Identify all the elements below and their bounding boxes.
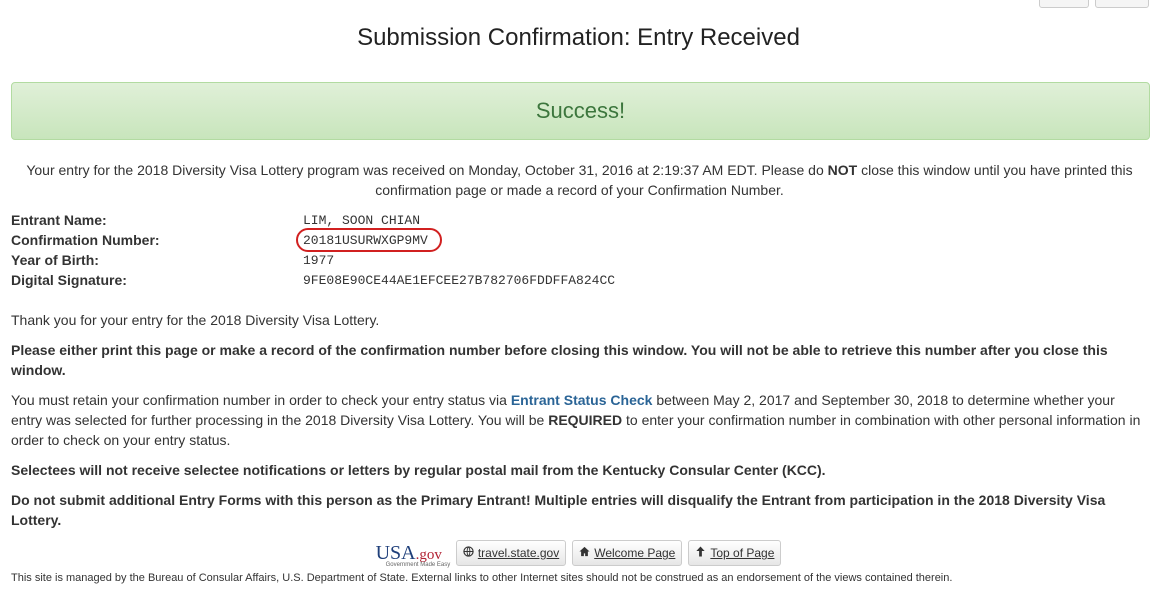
confirmation-number-label: Confirmation Number:: [11, 232, 160, 248]
travel-link-label: travel.state.gov: [477, 546, 560, 560]
top-link-label: Top of Page: [710, 546, 775, 560]
travel-state-gov-button[interactable]: travel.state.gov: [455, 540, 567, 566]
birth-year-label: Year of Birth:: [11, 252, 99, 268]
globe-icon: [463, 546, 474, 560]
info-row-signature: Digital Signature: 9FE08E90CE44AE1EFCEE2…: [11, 270, 615, 290]
retain-part1: You must retain your confirmation number…: [11, 392, 511, 408]
entrant-status-check-link[interactable]: Entrant Status Check: [511, 392, 653, 408]
success-alert: Success!: [11, 82, 1150, 140]
no-additional-notice: Do not submit additional Entry Forms wit…: [11, 492, 1106, 528]
entrant-name-value: LIM, SOON CHIAN: [303, 212, 421, 228]
usa-logo-gov: .gov: [415, 546, 442, 563]
top-of-page-button[interactable]: Top of Page: [688, 540, 782, 566]
intro-bold: NOT: [827, 162, 858, 178]
signature-value: 9FE08E90CE44AE1EFCEE27B782706FDDFFA824CC: [303, 272, 616, 288]
info-row-birth-year: Year of Birth: 1977: [11, 250, 615, 270]
arrow-up-icon: [695, 546, 706, 560]
retain-notice: You must retain your confirmation number…: [11, 390, 1148, 450]
welcome-link-label: Welcome Page: [594, 546, 676, 560]
footer-links: USA.gov Government Made Easy travel.stat…: [0, 540, 1157, 568]
toolbar-button[interactable]: [1039, 0, 1089, 8]
entrant-name-label: Entrant Name:: [11, 212, 107, 228]
success-alert-text: Success!: [535, 98, 626, 123]
top-toolbar: [1039, 0, 1149, 8]
selectees-notice: Selectees will not receive selectee noti…: [11, 462, 826, 478]
info-row-confirmation: Confirmation Number: 20181USURWXGP9MV: [11, 227, 615, 252]
usa-logo-text: USA: [375, 541, 416, 564]
intro-text: Your entry for the 2018 Diversity Visa L…: [11, 160, 1148, 200]
toolbar-button[interactable]: [1095, 0, 1149, 8]
footer-disclaimer: This site is managed by the Bureau of Co…: [11, 572, 953, 584]
thanks-text: Thank you for your entry for the 2018 Di…: [11, 312, 380, 328]
usa-gov-logo[interactable]: USA.gov Government Made Easy: [375, 541, 451, 568]
welcome-page-button[interactable]: Welcome Page: [572, 540, 683, 566]
entry-info: Entrant Name: LIM, SOON CHIAN Confirmati…: [11, 210, 615, 290]
intro-part1: Your entry for the 2018 Diversity Visa L…: [26, 162, 828, 178]
confirmation-number-cell: 20181USURWXGP9MV: [296, 227, 442, 252]
birth-year-value: 1977: [303, 252, 335, 268]
usa-logo-subtitle: Government Made Easy: [385, 561, 451, 568]
retain-required: REQUIRED: [548, 412, 623, 428]
page-title: Submission Confirmation: Entry Received: [357, 24, 800, 51]
signature-label: Digital Signature:: [11, 272, 127, 288]
print-notice: Please either print this page or make a …: [11, 342, 1108, 378]
home-icon: [579, 546, 590, 560]
red-circle-annotation: [296, 227, 442, 252]
